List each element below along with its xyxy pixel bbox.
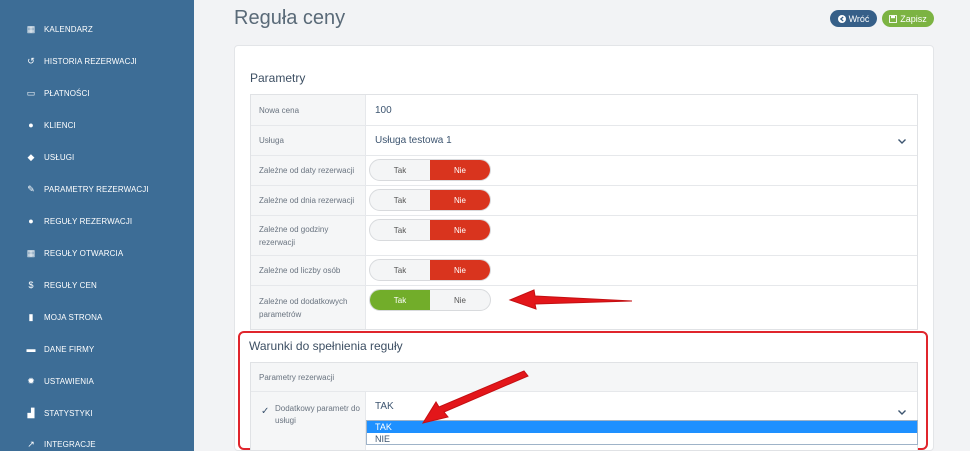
arrow-dropdown-annotation <box>421 370 529 424</box>
arrow-toggle-annotation <box>508 289 633 310</box>
annotation-arrows <box>421 289 633 424</box>
